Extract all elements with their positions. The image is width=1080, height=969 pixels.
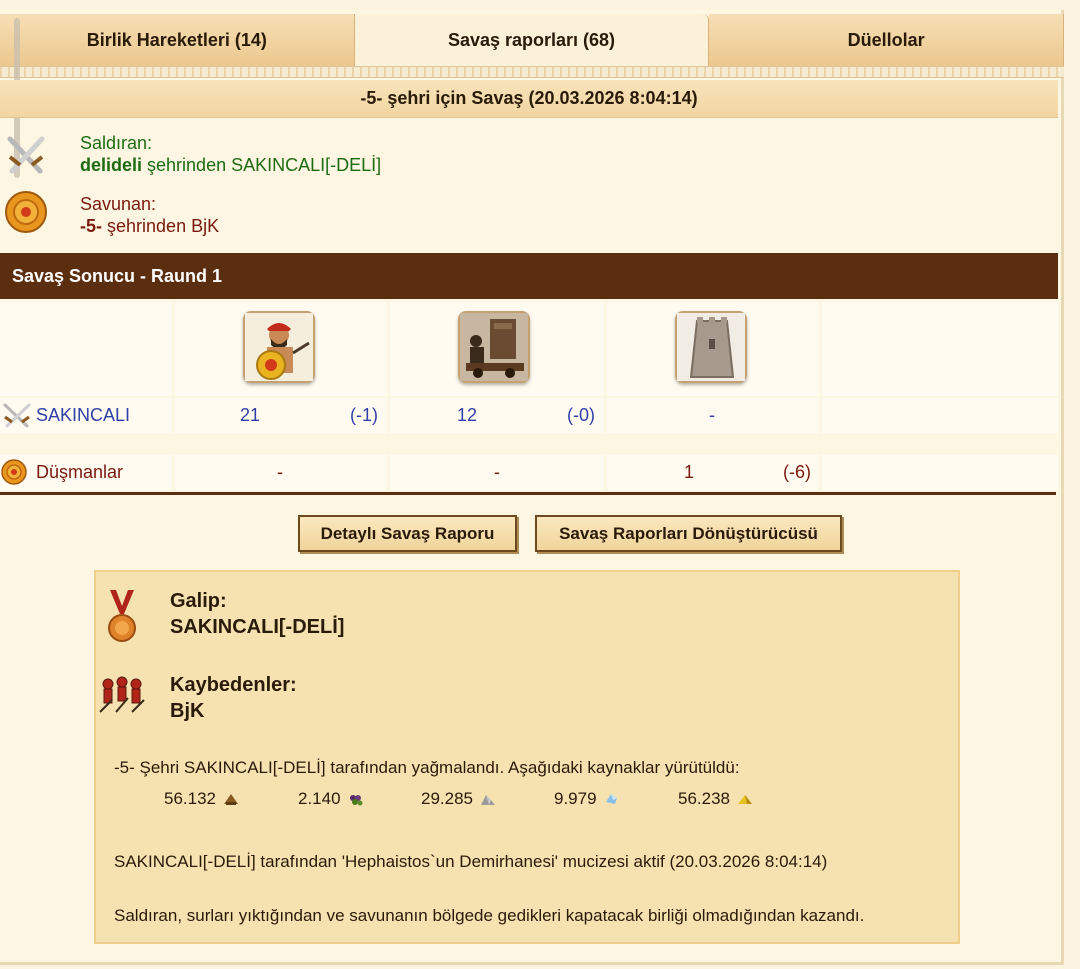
sulfur-icon <box>738 795 752 804</box>
attacker-line: delideli şehrinden SAKINCALI[-DELİ] <box>80 155 381 176</box>
greek-border <box>0 66 1064 78</box>
enemies-row-label-cell: Düşmanlar <box>0 455 172 490</box>
wall-icon[interactable] <box>675 311 747 383</box>
unit-count: 12 <box>457 405 478 425</box>
attacker-label: Saldıran: <box>80 133 153 153</box>
resource-amount: 56.132 <box>164 789 216 808</box>
wood-icon <box>224 794 238 805</box>
unit-count: - <box>277 462 283 482</box>
resource-amount: 2.140 <box>298 789 341 808</box>
shield-icon <box>1 459 27 485</box>
attacker-section: Saldıran: delideli şehrinden SAKINCALI[-… <box>0 125 700 185</box>
grid-header-filler <box>822 302 1058 396</box>
resource-wine: 2.140 <box>298 789 365 809</box>
battle-result-bar: Savaş Sonucu - Raund 1 <box>0 253 1058 299</box>
defender-label: Savunan: <box>80 194 157 214</box>
crystal-icon <box>605 794 617 804</box>
unit-column-catapult <box>390 302 604 396</box>
attacker-row-name[interactable]: SAKINCALI <box>36 405 130 426</box>
plunder-text: -5- Şehri SAKINCALI[-DELİ] tarafından ya… <box>114 758 740 777</box>
attacker-cell-catapult: 12 (-0) <box>390 398 604 433</box>
unit-loss: (-1) <box>350 405 378 425</box>
unit-count: 1 <box>684 462 695 482</box>
marble-icon <box>481 795 495 805</box>
resource-wood: 56.132 <box>164 789 240 809</box>
enemies-cell-wall: 1 (-6) <box>607 455 819 490</box>
tab-duels[interactable]: Düellolar <box>709 14 1065 66</box>
winner-label: Galip: <box>170 590 227 612</box>
report-title: -5- şehri için Savaş (20.03.2026 8:04:14… <box>0 80 1058 118</box>
resource-sulfur: 56.238 <box>678 789 754 809</box>
miracle-text: SAKINCALI[-DELİ] tarafından 'Hephaistos`… <box>114 852 828 871</box>
defender-line: -5- şehrinden BjK <box>80 216 219 237</box>
attacker-city-suffix: şehrinden SAKINCALI[-DELİ] <box>147 155 382 175</box>
tab-bar: Birlik Hareketleri (14) Savaş raporları … <box>0 14 1065 66</box>
resource-crystal: 9.979 <box>554 789 621 809</box>
defeated-troops-icon <box>99 676 145 713</box>
losers-name: BjK <box>170 700 205 722</box>
enemies-row-name: Düşmanlar <box>36 462 124 482</box>
medal-icon <box>108 590 136 642</box>
unit-count: - <box>494 462 500 482</box>
unit-column-hoplite <box>175 302 387 396</box>
tab-battle-reports[interactable]: Savaş raporları (68) <box>354 14 710 66</box>
shield-icon <box>5 191 47 233</box>
resource-amount: 56.238 <box>678 789 730 808</box>
attacker-city-link[interactable]: delideli <box>80 155 142 175</box>
report-converter-button[interactable]: Savaş Raporları Dönüştürücüsü <box>535 515 842 552</box>
enemies-cell-hoplite: - <box>175 455 387 490</box>
unit-loss: (-6) <box>783 462 811 482</box>
resource-amount: 9.979 <box>554 789 597 808</box>
defender-city-link[interactable]: -5- <box>80 216 102 236</box>
enemies-row-filler <box>822 455 1058 490</box>
resource-amount: 29.285 <box>421 789 473 808</box>
resource-marble: 29.285 <box>421 789 497 809</box>
winner-name: SAKINCALI[-DELİ] <box>170 616 345 638</box>
attacker-cell-wall: - <box>607 398 819 433</box>
attacker-cell-hoplite: 21 (-1) <box>175 398 387 433</box>
attacker-row-label-cell: SAKINCALI <box>0 398 172 433</box>
grid-divider <box>0 492 1056 495</box>
losers-label: Kaybedenler: <box>170 674 297 696</box>
defender-city-suffix: şehrinden BjK <box>107 216 220 236</box>
enemies-cell-catapult: - <box>390 455 604 490</box>
reason-text: Saldıran, surları yıktığından ve savunan… <box>114 906 865 925</box>
detailed-report-button[interactable]: Detaylı Savaş Raporu <box>298 515 517 552</box>
unit-count: - <box>709 405 715 425</box>
attacker-row-filler <box>822 398 1058 433</box>
defender-section: Savunan: -5- şehrinden BjK <box>0 190 700 250</box>
unit-count: 21 <box>240 405 261 425</box>
unit-column-wall <box>607 302 819 396</box>
unit-loss: (-0) <box>567 405 595 425</box>
crossed-swords-icon <box>7 136 45 174</box>
battle-outcome-box: Galip: SAKINCALI[-DELİ] Kaybedenler: BjK… <box>94 570 960 944</box>
tab-troop-movements[interactable]: Birlik Hareketleri (14) <box>0 14 355 66</box>
hoplite-icon[interactable] <box>243 311 315 383</box>
grid-header-empty <box>0 302 172 396</box>
crossed-swords-icon <box>3 403 31 428</box>
grapes-icon <box>349 795 363 806</box>
catapult-icon[interactable] <box>458 311 530 383</box>
